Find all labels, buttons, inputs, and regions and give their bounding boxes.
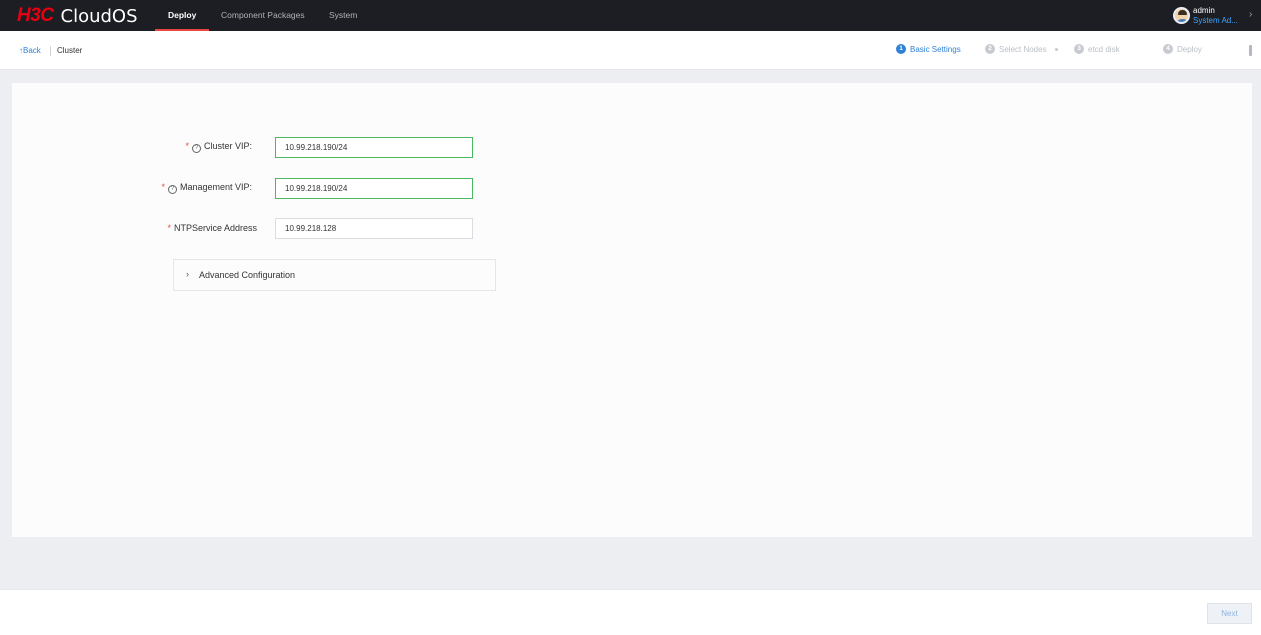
step-number: 4 — [1163, 44, 1173, 54]
subheader: ↑Back Cluster 1 Basic Settings 2 Select … — [0, 31, 1261, 70]
logo-text: CloudOS — [60, 5, 138, 27]
cluster-vip-label-text: Cluster VIP: — [203, 141, 252, 151]
user-avatar — [1173, 7, 1190, 24]
ntp-label: * NTPService Address — [167, 223, 257, 233]
required-asterisk: * — [185, 141, 189, 151]
step-label: Select Nodes — [999, 44, 1047, 54]
tab-component-packages[interactable]: Component Packages — [221, 0, 305, 31]
question-circle-icon[interactable]: ? — [167, 185, 177, 194]
breadcrumb-divider — [50, 46, 51, 56]
cluster-vip-label: *? Cluster VIP: — [185, 141, 252, 153]
chevron-right-icon[interactable]: › — [1249, 9, 1252, 20]
breadcrumb-current: Cluster — [57, 46, 83, 55]
ntp-label-text: NTPService Address — [173, 223, 257, 233]
back-label: Back — [23, 46, 41, 55]
required-asterisk: * — [161, 182, 165, 192]
step-number: 1 — [896, 44, 906, 54]
question-circle-icon[interactable]: ? — [191, 144, 201, 153]
step-separator-dot — [1054, 47, 1058, 51]
scroll-handle[interactable] — [1249, 45, 1252, 56]
step-label: etcd disk — [1088, 44, 1120, 54]
step-number: 3 — [1074, 44, 1084, 54]
management-vip-input[interactable]: 10.99.218.190/24 — [275, 178, 473, 199]
step-number: 2 — [985, 44, 995, 54]
advanced-configuration-panel[interactable]: › Advanced Configuration — [173, 259, 496, 291]
tab-deploy[interactable]: Deploy — [154, 0, 210, 31]
basic-settings-card: *? Cluster VIP: 10.99.218.190/24 *? Manage… — [12, 83, 1252, 537]
back-link[interactable]: ↑Back — [19, 46, 41, 55]
step-label: Basic Settings — [910, 44, 961, 54]
top-navigation-bar: H3C CloudOS Deploy Component Packages Sy… — [0, 0, 1261, 31]
cluster-vip-row: *? Cluster VIP: — [12, 137, 252, 158]
step-select-nodes[interactable]: 2 Select Nodes — [985, 44, 1058, 54]
management-vip-row: *? Management VIP: — [12, 178, 252, 199]
next-button[interactable]: Next — [1207, 603, 1252, 624]
management-vip-label: *? Management VIP: — [161, 182, 252, 194]
user-role: System Ad... — [1193, 16, 1238, 25]
step-deploy[interactable]: 4 Deploy — [1163, 44, 1202, 54]
app-logo[interactable]: H3C CloudOS — [17, 5, 138, 27]
cluster-vip-input[interactable]: 10.99.218.190/24 — [275, 137, 473, 158]
logo-mark: H3C — [17, 5, 54, 26]
user-name: admin — [1193, 6, 1215, 15]
tab-system[interactable]: System — [329, 0, 357, 31]
ntp-row: * NTPService Address — [12, 219, 257, 240]
step-basic-settings[interactable]: 1 Basic Settings — [896, 44, 961, 54]
chevron-right-icon: › — [186, 269, 189, 279]
footer-bar: Next — [0, 589, 1261, 635]
required-asterisk: * — [167, 223, 171, 233]
ntp-address-input[interactable]: 10.99.218.128 — [275, 218, 473, 239]
step-etcd-disk[interactable]: 3 etcd disk — [1074, 44, 1120, 54]
management-vip-label-text: Management VIP: — [179, 182, 252, 192]
step-label: Deploy — [1177, 44, 1202, 54]
advanced-configuration-label: Advanced Configuration — [199, 270, 296, 280]
